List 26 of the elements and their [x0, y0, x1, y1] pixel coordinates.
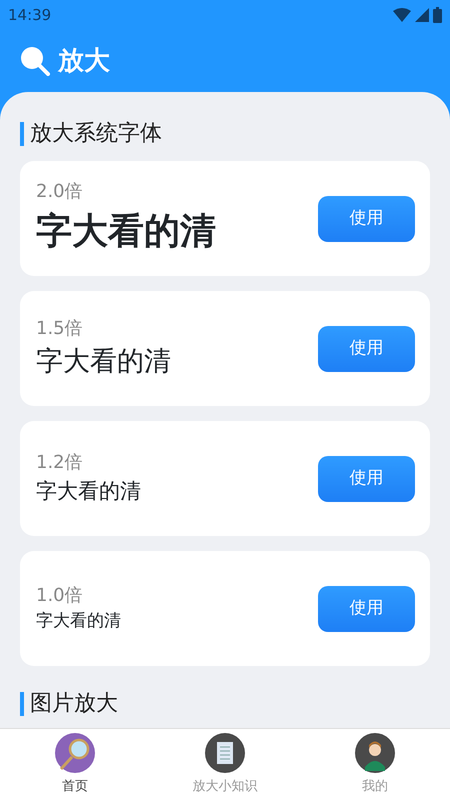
scale-label: 2.0倍: [36, 180, 84, 204]
sample-text: 字大看的清: [36, 210, 216, 254]
sample-text: 字大看的清: [36, 478, 141, 506]
use-button[interactable]: 使用: [318, 196, 415, 242]
battery-icon: [433, 7, 442, 23]
nav-tab[interactable]: 放大小知识: [150, 732, 300, 796]
scale-label: 1.0倍: [36, 584, 84, 608]
notepad-icon: [205, 732, 245, 773]
app-title: 放大: [58, 44, 110, 78]
scale-label: 1.5倍: [36, 316, 84, 341]
section-title: 放大系统字体: [20, 122, 162, 146]
wifi-icon: [393, 8, 411, 22]
status-time: 14:39: [8, 4, 52, 26]
scale-label: 1.2倍: [36, 451, 84, 476]
use-button[interactable]: 使用: [318, 456, 415, 502]
person-icon: [355, 732, 395, 773]
magnifier-icon: [55, 732, 95, 773]
nav-tab[interactable]: 首页: [0, 732, 150, 796]
section-title: 图片放大: [20, 692, 118, 716]
use-button[interactable]: 使用: [318, 326, 415, 372]
nav-tab[interactable]: 我的: [300, 732, 450, 796]
signal-icon: [415, 8, 429, 22]
sample-text: 字大看的清: [36, 610, 121, 634]
sample-text: 字大看的清: [36, 344, 171, 379]
use-button[interactable]: 使用: [318, 586, 415, 632]
magnifier-icon: [20, 46, 50, 76]
